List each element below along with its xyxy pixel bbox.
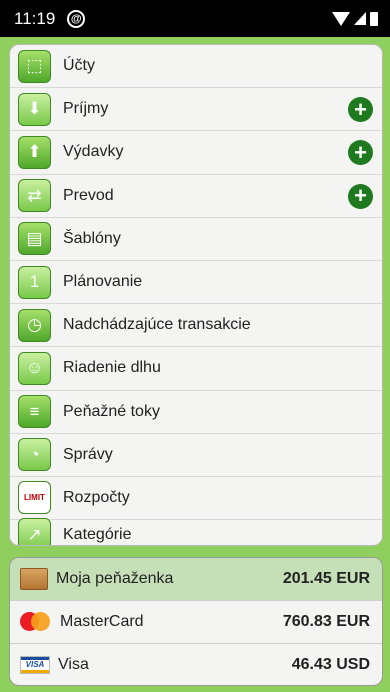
budget-limit-icon: LIMIT [18, 481, 51, 515]
menu-item-label: Správy [63, 445, 113, 463]
menu-item-3[interactable]: ⇄ Prevod + [10, 175, 382, 218]
menu-item-label: Príjmy [63, 100, 109, 118]
menu-item-label: Rozpočty [63, 488, 130, 506]
reports-icon: ◔ [18, 438, 51, 472]
accounts-list: Moja peňaženka 201.45 EUR MasterCard 760.83… [9, 557, 383, 686]
categories-icon: ↗ [18, 518, 51, 545]
account-balance: 201.45 EUR [282, 569, 370, 587]
menu-item-label: Plánovanie [63, 273, 143, 291]
debt-icon: ☺ [18, 351, 51, 385]
stopwatch-icon: ◷ [18, 308, 51, 342]
menu-item-1[interactable]: ⬇ Príjmy + [10, 88, 382, 132]
wifi-icon [332, 11, 350, 26]
mastercard-icon [20, 611, 52, 632]
status-time: 11:19 [14, 8, 56, 28]
visa-mark: VISA [25, 659, 45, 669]
account-balance: 760.83 EUR [282, 612, 370, 630]
expenses-icon: ⬆ [18, 135, 51, 169]
menu-item-0[interactable]: ⬚ Účty [10, 45, 382, 89]
transfer-icon: ⇄ [18, 179, 51, 213]
menu-item-label: Účty [63, 57, 95, 75]
menu-item-8[interactable]: ≡ Peňažné toky [10, 391, 382, 434]
status-bar: 11:19 @ [0, 0, 390, 37]
menu-item-4[interactable]: ▤ Šablóny [10, 218, 382, 261]
add-button[interactable]: + [348, 140, 373, 166]
menu-item-5[interactable]: 1 Plánovanie [10, 261, 382, 305]
main-menu: ⬚ Účty ⬇ Príjmy + ⬆ Výdavky + ⇄ Prevod + ▤ Šablóny 1 P… [9, 44, 383, 546]
menu-item-label: Prevod [63, 186, 114, 204]
income-icon: ⬇ [18, 92, 51, 126]
add-button[interactable]: + [348, 97, 373, 123]
menu-item-label: Šablóny [63, 229, 121, 247]
account-row[interactable]: Moja peňaženka 201.45 EUR [10, 558, 382, 601]
accounts-icon: ⬚ [18, 49, 51, 83]
status-icons [332, 11, 378, 26]
account-name: MasterCard [60, 612, 144, 630]
account-name: Moja peňaženka [56, 569, 174, 587]
menu-item-9[interactable]: ◔ Správy [10, 434, 382, 477]
wallet-icon [20, 567, 48, 590]
account-row[interactable]: MasterCard 760.83 EUR [10, 601, 382, 644]
cashflow-icon: ≡ [18, 395, 51, 429]
menu-item-11[interactable]: ↗ Kategórie [10, 518, 382, 545]
account-name: Visa [58, 655, 89, 673]
add-button[interactable]: + [348, 183, 373, 209]
templates-icon: ▤ [18, 222, 51, 256]
menu-item-label: Výdavky [63, 143, 124, 161]
menu-item-label: Kategórie [63, 525, 132, 543]
visa-icon: VISA [20, 655, 50, 674]
battery-icon [370, 11, 378, 26]
signal-icon [354, 12, 366, 25]
menu-item-label: Peňažné toky [63, 402, 160, 420]
menu-item-7[interactable]: ☺ Riadenie dlhu [10, 347, 382, 391]
calendar-icon: 1 [18, 265, 51, 299]
menu-item-label: Nadchádzajúce transakcie [63, 316, 251, 334]
menu-item-2[interactable]: ⬆ Výdavky + [10, 131, 382, 175]
menu-item-label: Riadenie dlhu [63, 359, 161, 377]
account-row[interactable]: VISA Visa 46.43 USD [10, 644, 382, 685]
account-balance: 46.43 USD [291, 655, 370, 673]
menu-item-6[interactable]: ◷ Nadchádzajúce transakcie [10, 304, 382, 348]
menu-item-10[interactable]: LIMIT Rozpočty [10, 477, 382, 521]
sync-icon: @ [67, 9, 86, 28]
